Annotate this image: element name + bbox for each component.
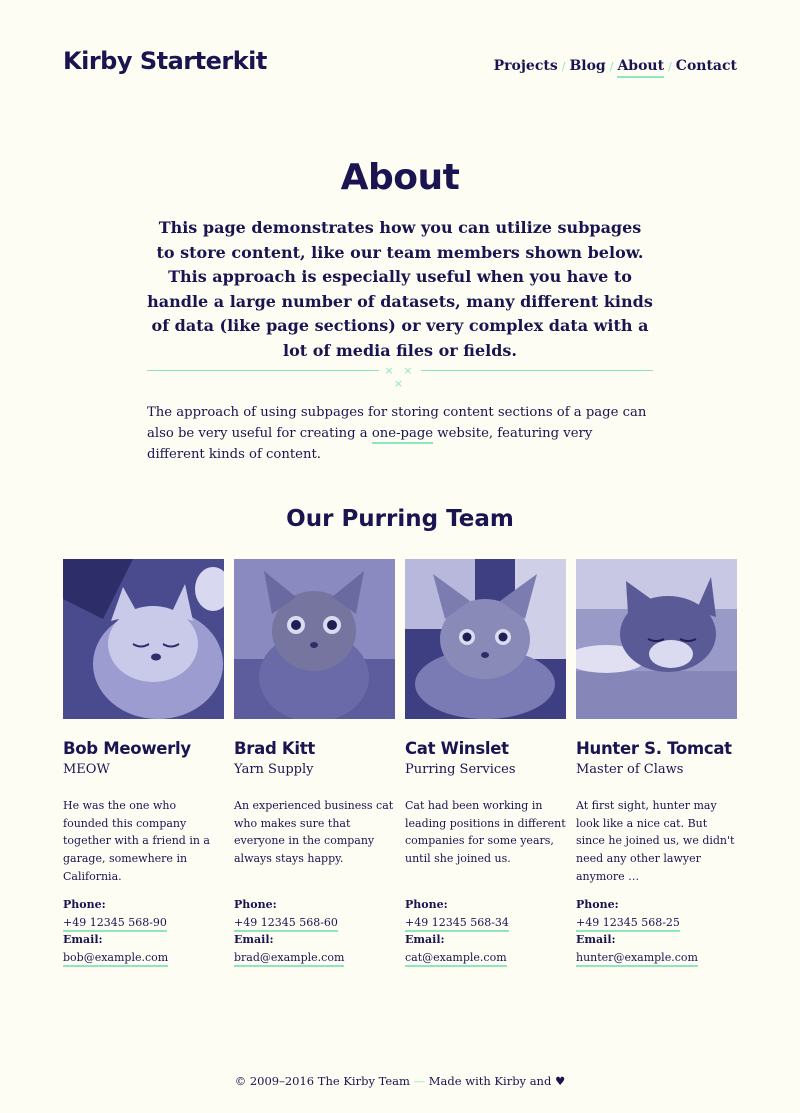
member-role: Master of Claws (576, 762, 684, 777)
nav-separator: / (561, 60, 566, 73)
member-bio: Cat had been working in leading position… (405, 799, 566, 866)
nav-separator: / (668, 60, 672, 73)
member-photo[interactable] (576, 559, 737, 719)
member-phone-link[interactable]: +49 12345 568-90 (63, 915, 167, 932)
footer-made-with-link[interactable]: Made with Kirby and (429, 1074, 552, 1088)
member-name: Hunter S. Tomcat (576, 739, 732, 758)
cat-photo-image (576, 559, 737, 719)
member-photo[interactable] (234, 559, 395, 719)
site-logo-link[interactable]: Kirby Starterkit (63, 47, 267, 75)
member-bio: An experienced business cat who makes su… (234, 799, 394, 866)
email-label: Email: (63, 933, 103, 947)
member-photo[interactable] (405, 559, 566, 719)
member-name: Bob Meowerly (63, 739, 191, 758)
cat-photo-image (63, 559, 224, 719)
member-phone-link[interactable]: +49 12345 568-25 (576, 915, 680, 932)
member-role: MEOW (63, 762, 110, 777)
team-member-card: Bob Meowerly MEOW He was the one who fou… (63, 559, 224, 968)
phone-label: Phone: (576, 898, 619, 911)
member-bio: At first sight, hunter may look like a n… (576, 799, 735, 883)
team-heading: Our Purring Team (286, 506, 514, 532)
cat-photo-image (405, 559, 566, 719)
main-nav: Projects / Blog / About / Contact (494, 58, 737, 78)
nav-item-contact[interactable]: Contact (676, 58, 737, 74)
email-label: Email: (576, 933, 616, 947)
site-footer: © 2009–2016 The Kirby Team — Made with K… (0, 1074, 800, 1088)
nav-separator: / (609, 60, 614, 73)
heart-icon: ♥ (555, 1074, 566, 1088)
member-photo[interactable] (63, 559, 224, 719)
member-email-link[interactable]: brad@example.com (234, 951, 345, 968)
one-page-link[interactable]: one-page (371, 426, 434, 444)
page-intro: This page demonstrates how you can utili… (147, 218, 653, 360)
member-name: Cat Winslet (405, 739, 509, 758)
team-member-card: Cat Winslet Purring Services Cat had bee… (405, 559, 566, 968)
footer-copyright: © 2009–2016 The Kirby Team (234, 1074, 410, 1088)
member-role: Yarn Supply (234, 762, 314, 777)
member-bio: He was the one who founded this company … (63, 799, 210, 883)
member-phone-link[interactable]: +49 12345 568-34 (405, 915, 509, 932)
member-contact: Phone: +49 12345 568-90 Email: bob@examp… (63, 896, 169, 968)
page-body-text: The approach of using subpages for stori… (147, 402, 653, 465)
phone-label: Phone: (234, 898, 277, 911)
member-contact: Phone: +49 12345 568-60 Email: brad@exam… (234, 896, 345, 968)
page-title: About (340, 157, 460, 198)
team-member-card: Hunter S. Tomcat Master of Claws At firs… (576, 559, 737, 968)
email-label: Email: (234, 933, 274, 947)
member-phone-link[interactable]: +49 12345 568-60 (234, 915, 338, 932)
phone-label: Phone: (405, 898, 448, 911)
nav-item-blog[interactable]: Blog (569, 58, 605, 74)
footer-dash: — (413, 1074, 426, 1088)
email-label: Email: (405, 933, 445, 947)
cat-photo-image (234, 559, 395, 719)
phone-label: Phone: (63, 898, 106, 911)
member-contact: Phone: +49 12345 568-34 Email: cat@examp… (405, 896, 509, 968)
member-email-link[interactable]: cat@example.com (405, 951, 507, 968)
nav-item-about[interactable]: About (617, 58, 665, 78)
member-email-link[interactable]: bob@example.com (63, 951, 169, 968)
team-member-card: Brad Kitt Yarn Supply An experienced bus… (234, 559, 395, 968)
member-email-link[interactable]: hunter@example.com (576, 951, 698, 968)
member-name: Brad Kitt (234, 739, 315, 758)
member-contact: Phone: +49 12345 568-25 Email: hunter@ex… (576, 896, 698, 968)
member-role: Purring Services (405, 762, 516, 777)
nav-item-projects[interactable]: Projects (494, 58, 558, 74)
section-divider: × × × (147, 364, 653, 390)
divider-ornament: × × × (384, 364, 416, 390)
